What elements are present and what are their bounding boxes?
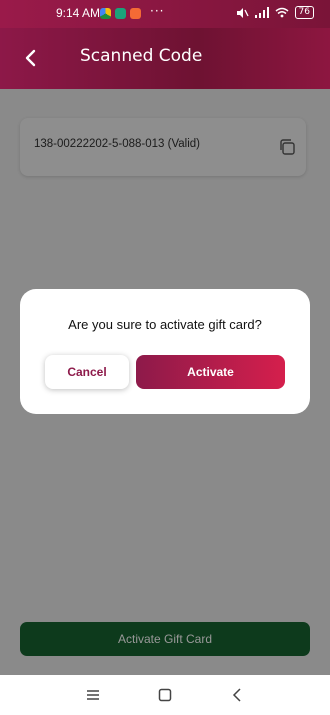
status-indicators: 76 [235, 6, 314, 19]
copy-icon[interactable] [278, 138, 296, 156]
notification-icons [100, 8, 141, 19]
signal-icon [254, 7, 269, 18]
system-nav-bar [0, 675, 330, 715]
mute-icon [236, 7, 249, 18]
dialog-message: Are you sure to activate gift card? [68, 317, 262, 332]
back-button[interactable] [18, 46, 42, 70]
app-notification-icon [130, 8, 141, 19]
page-title: Scanned Code [80, 46, 203, 66]
confirm-dialog: Are you sure to activate gift card? Canc… [20, 289, 310, 414]
cancel-button[interactable]: Cancel [45, 355, 129, 389]
chevron-left-icon [25, 49, 36, 67]
more-notifications-icon: ··· [150, 4, 165, 18]
scanned-code-card: 138-00222202-5-088-013 (Valid) [20, 118, 306, 176]
menu-icon[interactable] [83, 685, 103, 705]
status-bar: 9:14 AM ··· 76 [0, 0, 330, 28]
home-icon[interactable] [155, 685, 175, 705]
status-time: 9:14 AM [56, 6, 101, 20]
activate-gift-card-button[interactable]: Activate Gift Card [20, 622, 310, 656]
back-nav-icon[interactable] [227, 685, 247, 705]
scanned-code-text: 138-00222202-5-088-013 (Valid) [34, 138, 201, 150]
drive-icon [100, 8, 111, 19]
activate-button[interactable]: Activate [136, 355, 285, 389]
wifi-icon [275, 7, 289, 18]
app-header: Scanned Code [0, 28, 330, 89]
battery-icon: 76 [294, 6, 314, 19]
app-notification-icon [115, 8, 126, 19]
